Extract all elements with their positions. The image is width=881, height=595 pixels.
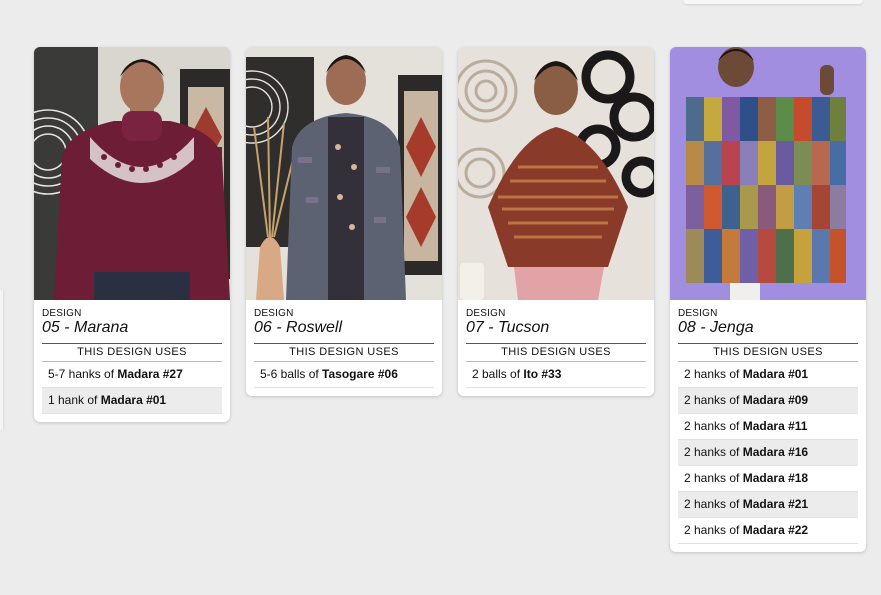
yarn-row[interactable]: 2 hanks of Madara #11 [678, 414, 858, 440]
top-panel-edge [683, 0, 863, 4]
design-uses-heading: THIS DESIGN USES [42, 343, 222, 362]
design-photo-jenga[interactable] [670, 47, 866, 300]
yarn-row[interactable]: 1 hank of Madara #01 [42, 388, 222, 414]
design-photo-tucson[interactable] [458, 47, 654, 300]
yarn-link[interactable]: Tasogare #06 [322, 367, 398, 381]
design-title: 06 - Roswell [254, 319, 343, 336]
yarn-row[interactable]: 5-7 hanks of Madara #27 [42, 362, 222, 388]
yarn-quantity: 2 hanks of [684, 419, 740, 433]
design-card-tucson[interactable]: DESIGN 07 - Tucson THIS DESIGN USES 2 ba… [458, 47, 654, 396]
design-card-marana[interactable]: DESIGN 05 - Marana THIS DESIGN USES 5-7 … [34, 47, 230, 422]
yarn-link[interactable]: Madara #21 [743, 497, 808, 511]
design-title: 05 - Marana [42, 319, 129, 336]
yarn-row[interactable]: 2 balls of Ito #33 [466, 362, 646, 388]
yarn-link[interactable]: Madara #01 [743, 367, 808, 381]
yarn-link[interactable]: Madara #01 [101, 393, 166, 407]
design-title: 08 - Jenga [678, 319, 754, 336]
yarn-quantity: 1 hank of [48, 393, 98, 407]
yarn-row[interactable]: 2 hanks of Madara #18 [678, 466, 858, 492]
design-photo-roswell[interactable] [246, 47, 442, 300]
yarn-quantity: 2 balls of [472, 367, 521, 381]
design-label: DESIGN [254, 308, 294, 319]
yarn-row[interactable]: 2 hanks of Madara #21 [678, 492, 858, 518]
design-label: DESIGN [678, 308, 718, 319]
design-photo-marana[interactable] [34, 47, 230, 300]
yarn-link[interactable]: Madara #16 [743, 445, 808, 459]
yarn-quantity: 2 hanks of [684, 497, 740, 511]
yarn-link[interactable]: Madara #11 [743, 419, 808, 433]
design-card-roswell[interactable]: DESIGN 06 - Roswell THIS DESIGN USES 5-6… [246, 47, 442, 396]
yarn-link[interactable]: Madara #27 [117, 367, 182, 381]
design-uses-heading: THIS DESIGN USES [254, 343, 434, 362]
design-card-jenga[interactable]: DESIGN 08 - Jenga THIS DESIGN USES 2 han… [670, 47, 866, 552]
yarn-quantity: 2 hanks of [684, 523, 740, 537]
yarn-row[interactable]: 2 hanks of Madara #22 [678, 518, 858, 544]
yarn-quantity: 5-7 hanks of [48, 367, 115, 381]
design-label: DESIGN [42, 308, 82, 319]
design-uses-heading: THIS DESIGN USES [466, 343, 646, 362]
design-uses-heading: THIS DESIGN USES [678, 343, 858, 362]
yarn-link[interactable]: Madara #18 [743, 471, 808, 485]
yarn-quantity: 2 hanks of [684, 367, 740, 381]
yarn-quantity: 5-6 balls of [260, 367, 319, 381]
yarn-row[interactable]: 2 hanks of Madara #16 [678, 440, 858, 466]
yarn-link[interactable]: Madara #22 [743, 523, 808, 537]
design-label: DESIGN [466, 308, 506, 319]
yarn-link[interactable]: Ito #33 [523, 367, 561, 381]
yarn-quantity: 2 hanks of [684, 393, 740, 407]
yarn-row[interactable]: 2 hanks of Madara #09 [678, 388, 858, 414]
yarn-link[interactable]: Madara #09 [743, 393, 808, 407]
design-title: 07 - Tucson [466, 319, 550, 336]
left-panel-edge [0, 290, 3, 430]
yarn-row[interactable]: 5-6 balls of Tasogare #06 [254, 362, 434, 388]
yarn-row[interactable]: 2 hanks of Madara #01 [678, 362, 858, 388]
yarn-quantity: 2 hanks of [684, 445, 740, 459]
yarn-quantity: 2 hanks of [684, 471, 740, 485]
